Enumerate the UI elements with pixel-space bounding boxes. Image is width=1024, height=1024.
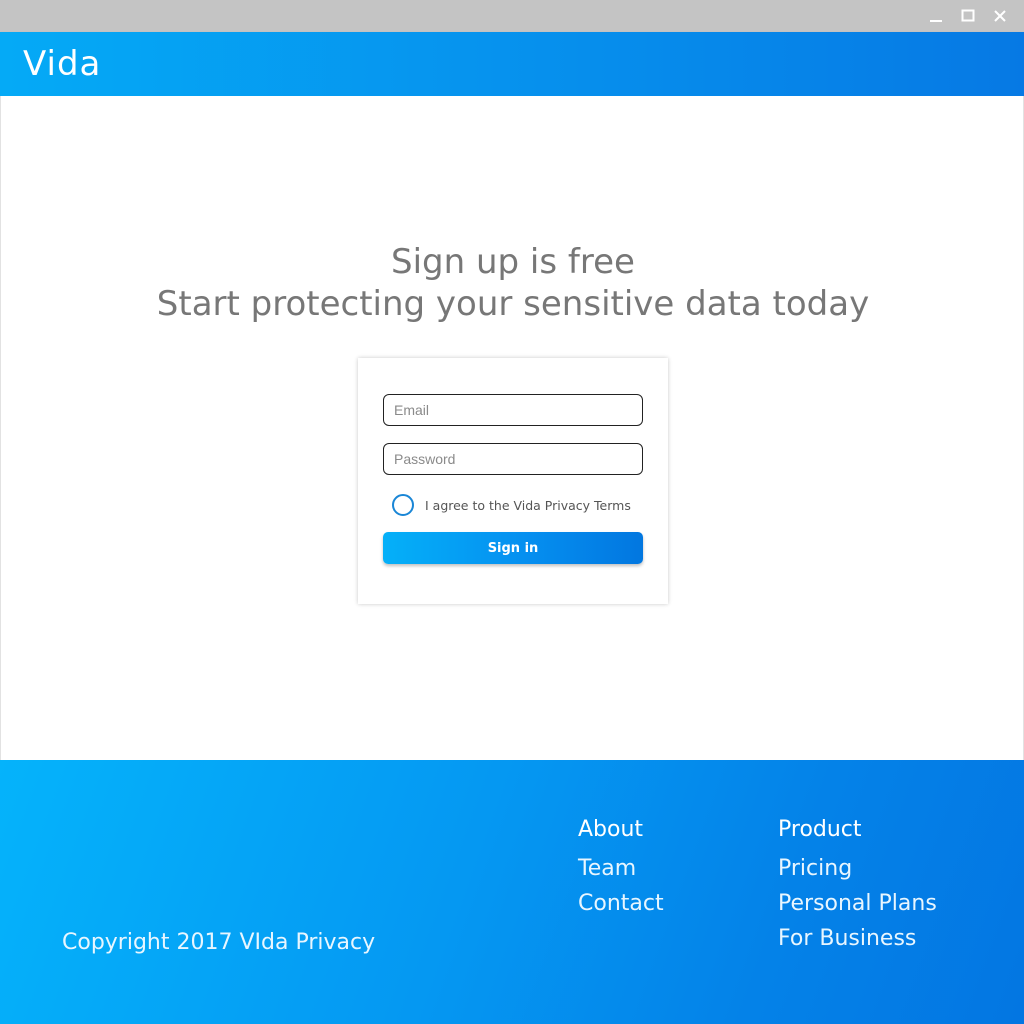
sign-in-button[interactable]: Sign in	[383, 532, 643, 564]
signup-card: I agree to the Vida Privacy Terms Sign i…	[358, 358, 668, 604]
footer-link-for-business[interactable]: For Business	[778, 926, 916, 951]
footer-link-contact[interactable]: Contact	[578, 891, 664, 916]
window-titlebar	[0, 0, 1024, 32]
agree-terms-radio[interactable]	[392, 494, 414, 516]
footer-link-pricing[interactable]: Pricing	[778, 856, 852, 881]
footer-product-heading: Product	[778, 817, 862, 842]
email-field[interactable]	[383, 394, 643, 426]
maximize-button[interactable]	[952, 0, 984, 32]
footer-link-personal-plans[interactable]: Personal Plans	[778, 891, 937, 916]
footer-link-team[interactable]: Team	[578, 856, 636, 881]
app-header: Vida	[0, 32, 1024, 96]
main-content: Sign up is free Start protecting your se…	[0, 96, 1024, 760]
minimize-button[interactable]	[920, 0, 952, 32]
headline-protect-data: Start protecting your sensitive data tod…	[156, 284, 870, 324]
vida-logo[interactable]: Vida	[23, 44, 101, 84]
close-button[interactable]	[984, 0, 1016, 32]
minimize-icon	[930, 20, 942, 22]
footer: About Team Contact Product Pricing Perso…	[0, 760, 1024, 1024]
headline-signup-free: Sign up is free	[391, 242, 635, 282]
agree-terms-label: I agree to the Vida Privacy Terms	[425, 497, 631, 513]
maximize-icon	[961, 9, 975, 22]
agree-terms-row[interactable]: I agree to the Vida Privacy Terms	[392, 494, 631, 516]
password-field[interactable]	[383, 443, 643, 475]
copyright-text: Copyright 2017 VIda Privacy	[62, 930, 376, 955]
footer-about-heading: About	[578, 817, 644, 842]
close-icon	[994, 10, 1006, 22]
